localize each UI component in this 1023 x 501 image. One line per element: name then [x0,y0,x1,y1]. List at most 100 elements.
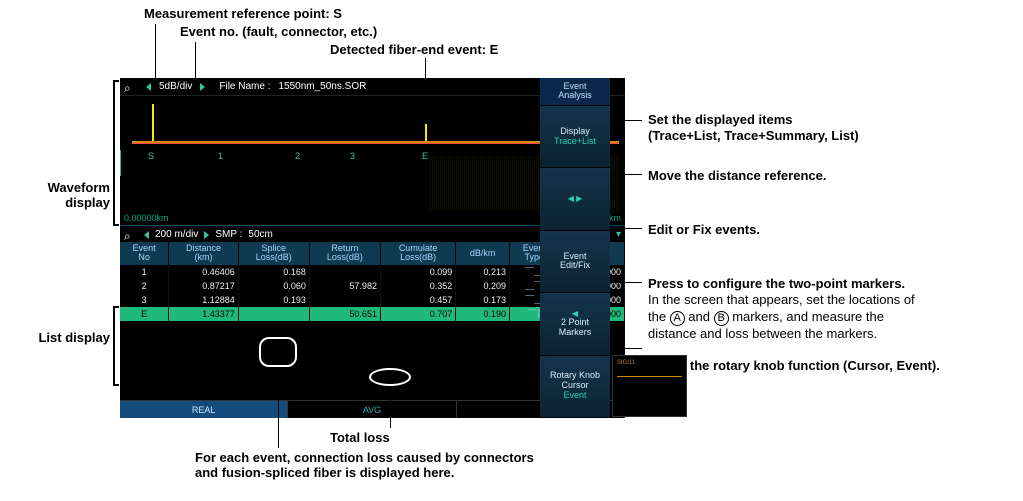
ann-splice-col: For each event, connection loss caused b… [195,450,534,480]
filename-value: 1550nm_50ns.SOR [278,81,366,92]
table-cell: 0.707 [380,307,455,321]
spike-s [152,104,154,141]
bracket-list [113,306,119,386]
label-waveform-2: display [65,195,110,210]
ann-total-loss: Total loss [330,430,390,445]
ann-splice-2: and fusion-spliced fiber is displayed he… [195,465,534,480]
th-ret: ReturnLoss(dB) [309,242,380,265]
label-list-display: List display [30,330,110,345]
softkey-rotary[interactable]: Rotary Knob Cursor Event [540,356,610,418]
mark-1: 1 [218,151,223,161]
smp-label: SMP : [215,229,242,240]
softkey-move[interactable]: ◀ ▶ [540,168,610,230]
table-cell: 0.213 [456,265,510,279]
smp-value: 50cm [248,229,272,240]
label-waveform-display: Waveform display [30,180,110,210]
scale-value: 5dB/div [159,81,192,92]
bubble-splice-column [259,337,297,367]
ann-2pt-3: distance and loss between the markers. [648,326,915,342]
scale-left-icon[interactable] [146,83,151,91]
leader-2pt [612,282,642,283]
th-cum: CumulateLoss(dB) [380,242,455,265]
th-dbkm: dB/km [456,242,510,265]
table-cell: 0.209 [456,279,510,293]
event-mode-down-icon[interactable]: ▾ [616,229,621,240]
mark-e: E [422,151,428,161]
table-cell [309,293,380,307]
table-cell: 0.352 [380,279,455,293]
table-cell: 57.982 [309,279,380,293]
bubble-total-loss [369,368,411,386]
th-dist: Distance(km) [169,242,238,265]
ann-2pt-2a: In the screen that appears, set the loca… [648,292,915,308]
table-cell: E [120,307,169,321]
table-cell: 50.651 [309,307,380,321]
table-cell: 0.168 [238,265,309,279]
ann-rotary: Select the rotary knob function (Cursor,… [648,358,940,374]
softkey-two-point-label: 2 PointMarkers [559,318,592,338]
table-cell: 2 [120,279,169,293]
mark-2: 2 [295,151,300,161]
scale-right-icon[interactable] [200,83,205,91]
table-cell: 0.87217 [169,279,238,293]
ann-2pt-mid: and [685,309,714,324]
softkey-display-value: Trace+List [554,137,596,147]
hscale-value: 200 m/div [155,229,198,240]
table-cell: 0.190 [456,307,510,321]
table-cell: 0.099 [380,265,455,279]
table-cell [238,307,309,321]
leader-total-loss [390,386,391,428]
zoom-icon [124,81,138,93]
ann-2pt-post: markers, and measure the [729,309,884,324]
table-cell [309,265,380,279]
hscale-right-icon[interactable] [204,231,209,239]
leader-display [612,120,642,121]
ann-2pt-pre: the [648,309,670,324]
ann-display-1: Set the displayed items [648,112,859,128]
table-cell: 0.457 [380,293,455,307]
ann-move: Move the distance reference. [648,168,826,184]
ann-display-2: (Trace+List, Trace+Summary, List) [648,128,859,144]
label-waveform-1: Waveform [48,180,110,195]
mark-3: 3 [350,151,355,161]
spike-e [425,124,427,141]
table-cell: 0.46406 [169,265,238,279]
softkey-event-edit[interactable]: EventEdit/Fix [540,231,610,293]
ann-2pt-1: Press to configure the two-point markers… [648,276,915,292]
th-splice: SpliceLoss(dB) [238,242,309,265]
ann-display: Set the displayed items (Trace+List, Tra… [648,112,859,145]
table-cell: 0.193 [238,293,309,307]
leader-rotary [612,348,642,349]
ann-twopoint: Press to configure the two-point markers… [648,276,915,342]
bracket-waveform [113,80,119,226]
softkey-two-point[interactable]: ◀ 2 PointMarkers [540,293,610,355]
table-cell: 1.12884 [169,293,238,307]
softkey-column: EventAnalysis Display Trace+List ◀ ▶ Eve… [540,78,610,418]
hscale-left-icon[interactable] [144,231,149,239]
table-cell: 0.060 [238,279,309,293]
ann-2pt-2b: the A and B markers, and measure the [648,309,915,326]
leader-splice-col [278,368,279,448]
axis-start: 0.00000km [124,213,169,223]
tab-real[interactable]: REAL [120,400,288,418]
side-tab-icon[interactable] [120,150,121,176]
table-cell: 0.173 [456,293,510,307]
softkey-display[interactable]: Display Trace+List [540,106,610,168]
table-cell: 1 [120,265,169,279]
tab-avg[interactable]: AVG [288,400,456,418]
circled-a-icon: A [670,311,685,326]
softkey-header: EventAnalysis [540,78,610,106]
filename-label: File Name : [219,81,270,92]
label-mrp: Measurement reference point: S [144,6,342,21]
zoom-icon-2 [124,229,138,241]
softkey-move-arrows: ◀ ▶ [568,195,583,204]
mini-trace [617,376,682,377]
table-cell: 3 [120,293,169,307]
circled-b-icon: B [714,311,729,326]
label-fiber-end: Detected fiber-end event: E [330,42,498,57]
leader-move [612,174,642,175]
ann-splice-1: For each event, connection loss caused b… [195,450,534,465]
table-cell: 1.43377 [169,307,238,321]
mark-s: S [148,151,154,161]
leader-edit [612,228,642,229]
